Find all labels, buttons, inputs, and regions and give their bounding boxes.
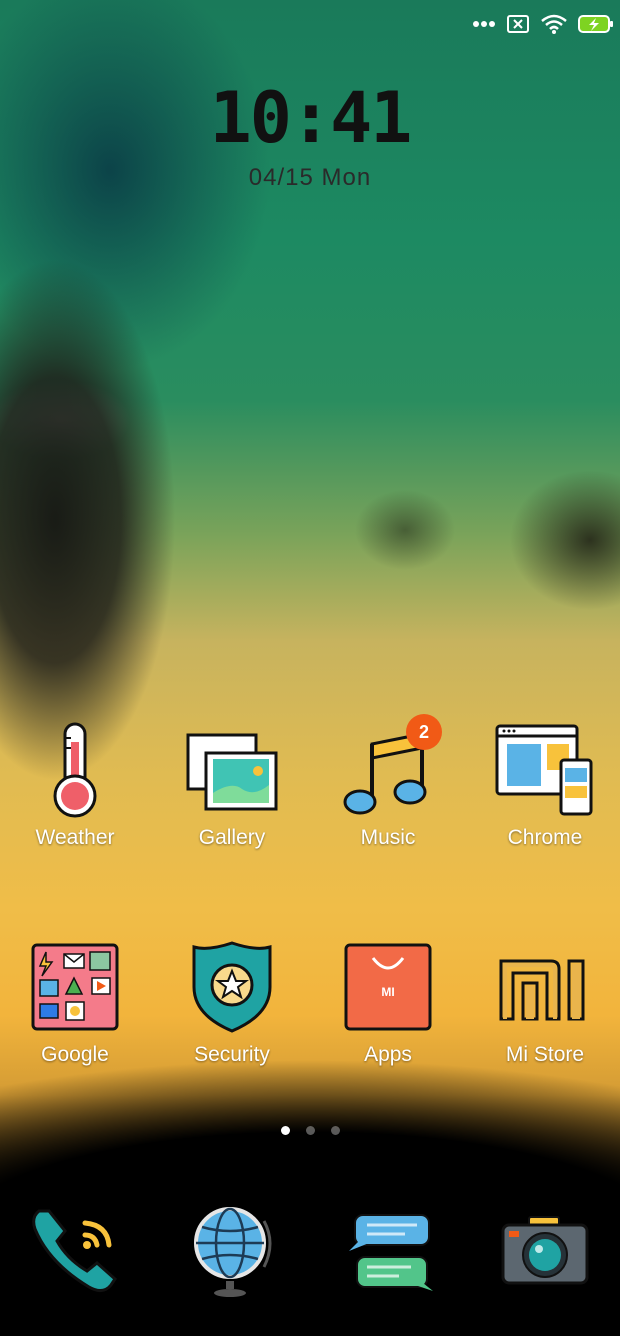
- clock-date: 04/15 Mon: [248, 164, 372, 191]
- dock-messages[interactable]: [334, 1198, 444, 1308]
- browser-icon: [495, 720, 595, 820]
- shopping-bag-icon: MI: [338, 937, 438, 1037]
- camera-icon: [495, 1201, 595, 1306]
- dock-browser[interactable]: [175, 1198, 285, 1308]
- app-weather[interactable]: Weather: [5, 720, 145, 850]
- more-dots-icon: [472, 20, 496, 28]
- svg-text:MI: MI: [381, 985, 394, 999]
- page-dot: [305, 1126, 315, 1135]
- shield-star-icon: [182, 937, 282, 1037]
- notification-badge: 2: [406, 714, 442, 750]
- app-label: Google: [41, 1043, 109, 1066]
- google-folder-icon: [25, 937, 125, 1037]
- status-bar: [472, 10, 614, 38]
- phone-icon: [25, 1201, 125, 1306]
- app-label: Chrome: [507, 826, 583, 849]
- app-label: Weather: [35, 826, 115, 849]
- app-google-folder[interactable]: Google: [5, 937, 145, 1067]
- page-dot: [330, 1126, 340, 1135]
- battery-charging-icon: [578, 14, 614, 34]
- home-screen: 10:41 04/15 Mon Weather Gallery 2 Music …: [0, 0, 620, 1336]
- page-dot-active: [280, 1126, 290, 1135]
- clock-widget[interactable]: 10:41 04/15 Mon: [0, 80, 620, 192]
- app-label: Apps: [364, 1043, 412, 1066]
- app-mi-store[interactable]: Mi Store: [475, 937, 615, 1067]
- app-label: Security: [194, 1043, 270, 1066]
- thermometer-icon: [25, 720, 125, 820]
- gallery-icon: [182, 720, 282, 820]
- mi-logo-icon: [495, 937, 595, 1037]
- app-label: Gallery: [198, 826, 266, 849]
- app-security[interactable]: Security: [162, 937, 302, 1067]
- app-label: Mi Store: [505, 1043, 585, 1066]
- globe-icon: [180, 1201, 280, 1306]
- app-apps[interactable]: MI Apps: [318, 937, 458, 1067]
- app-chrome[interactable]: Chrome: [475, 720, 615, 850]
- clock-time: 10:41: [209, 77, 413, 159]
- music-note-icon: 2: [338, 714, 442, 820]
- page-indicator: [0, 1126, 620, 1135]
- app-gallery[interactable]: Gallery: [162, 720, 302, 850]
- wifi-icon: [540, 13, 568, 35]
- dock-camera[interactable]: [490, 1198, 600, 1308]
- app-label: Music: [360, 826, 416, 849]
- app-music[interactable]: 2 Music: [318, 714, 458, 850]
- dock-phone[interactable]: [20, 1198, 130, 1308]
- sim-off-icon: [506, 14, 530, 34]
- messages-icon: [339, 1201, 439, 1306]
